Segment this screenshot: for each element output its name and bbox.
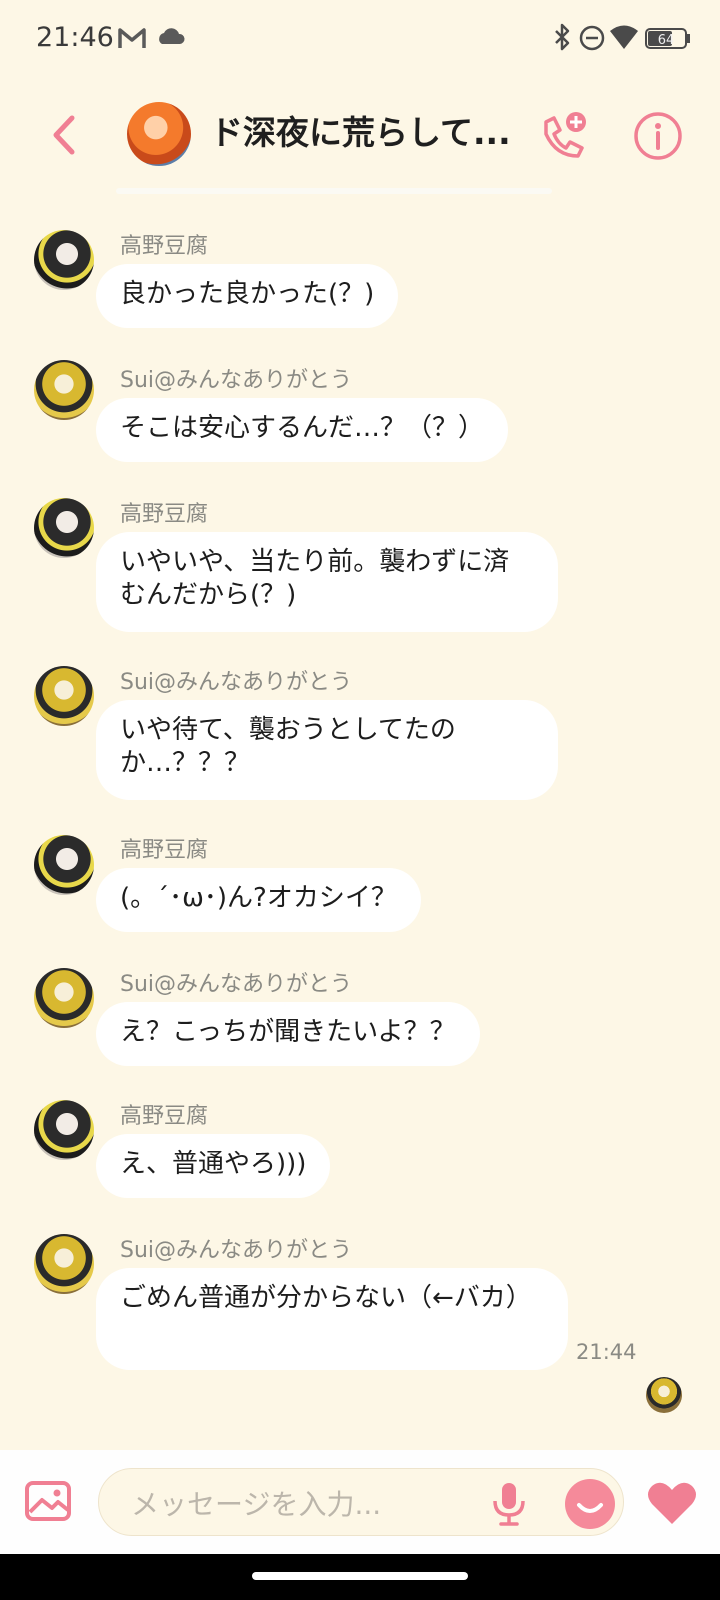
status-time: 21:46 [36, 22, 114, 53]
sender-avatar[interactable] [34, 498, 94, 558]
add-call-icon [544, 112, 586, 158]
message-bubble[interactable]: 良かった良かった(？) [96, 264, 399, 328]
info-icon [634, 112, 682, 160]
message-bubble[interactable]: いや待て、襲おうとしてたのか…？？？ [96, 700, 558, 800]
sender-name: Sui@みんなありがとう [120, 972, 353, 997]
message-bubble[interactable]: (。´･ω･)ん?オカシイ？ [96, 868, 421, 932]
status-bar: 21:46 64 [0, 0, 720, 80]
sender-avatar[interactable] [34, 360, 94, 420]
back-button[interactable] [44, 110, 84, 160]
message-time: 21:44 [576, 1340, 637, 1364]
sender-name: Sui@みんなありがとう [120, 1238, 353, 1263]
sender-name: 高野豆腐 [120, 502, 209, 527]
message-bubble[interactable]: いやいや、当たり前。襲わずに済むんだから(？) [96, 532, 558, 632]
chat-header: ド深夜に荒らして... [0, 80, 720, 190]
sender-name: 高野豆腐 [120, 838, 209, 863]
sender-name: Sui@みんなありがとう [120, 670, 353, 695]
sticker-button[interactable] [565, 1479, 615, 1529]
sender-avatar[interactable] [34, 835, 94, 895]
heart-icon [648, 1482, 696, 1524]
system-nav-bar [0, 1554, 720, 1600]
battery-icon: 64 [645, 28, 690, 49]
cloud-icon [159, 28, 185, 44]
home-handle[interactable] [252, 1572, 468, 1580]
sender-name: 高野豆腐 [120, 1104, 209, 1129]
sender-name: 高野豆腐 [120, 234, 209, 259]
message-bubble[interactable]: ごめん普通が分からない（←バカ） [96, 1268, 568, 1370]
add-call-button[interactable] [536, 108, 592, 164]
back-icon [53, 115, 75, 155]
sender-avatar[interactable] [34, 230, 94, 290]
message-input-container [98, 1468, 624, 1536]
bluetooth-icon [555, 23, 570, 51]
sender-name: Sui@みんなありがとう [120, 368, 353, 393]
message-bubble[interactable]: そこは安心するんだ…？（？） [96, 398, 509, 462]
message-input[interactable] [129, 1483, 453, 1525]
sender-avatar[interactable] [34, 666, 94, 726]
chat-title[interactable]: ド深夜に荒らして... [210, 106, 520, 154]
image-button[interactable] [24, 1480, 72, 1522]
image-icon [25, 1481, 71, 1521]
header-divider [116, 188, 552, 194]
heart-button[interactable] [644, 1478, 700, 1528]
dnd-icon [579, 25, 605, 51]
sender-avatar[interactable] [34, 1100, 94, 1160]
message-bubble[interactable]: え？こっちが聞きたいよ？？ [96, 1002, 480, 1066]
sender-avatar[interactable] [34, 968, 94, 1028]
read-receipt-avatar [646, 1377, 682, 1413]
group-avatar[interactable] [127, 102, 191, 166]
gmail-icon [118, 28, 146, 48]
mic-icon [493, 1483, 525, 1526]
sticker-icon [577, 1503, 603, 1513]
mic-button[interactable] [489, 1481, 529, 1527]
battery-level: 64 [658, 33, 675, 48]
info-button[interactable] [630, 108, 686, 164]
message-bubble[interactable]: え、普通やろ))) [96, 1134, 331, 1198]
sender-avatar[interactable] [34, 1234, 94, 1294]
wifi-icon [610, 25, 638, 49]
message-composer [0, 1450, 720, 1554]
